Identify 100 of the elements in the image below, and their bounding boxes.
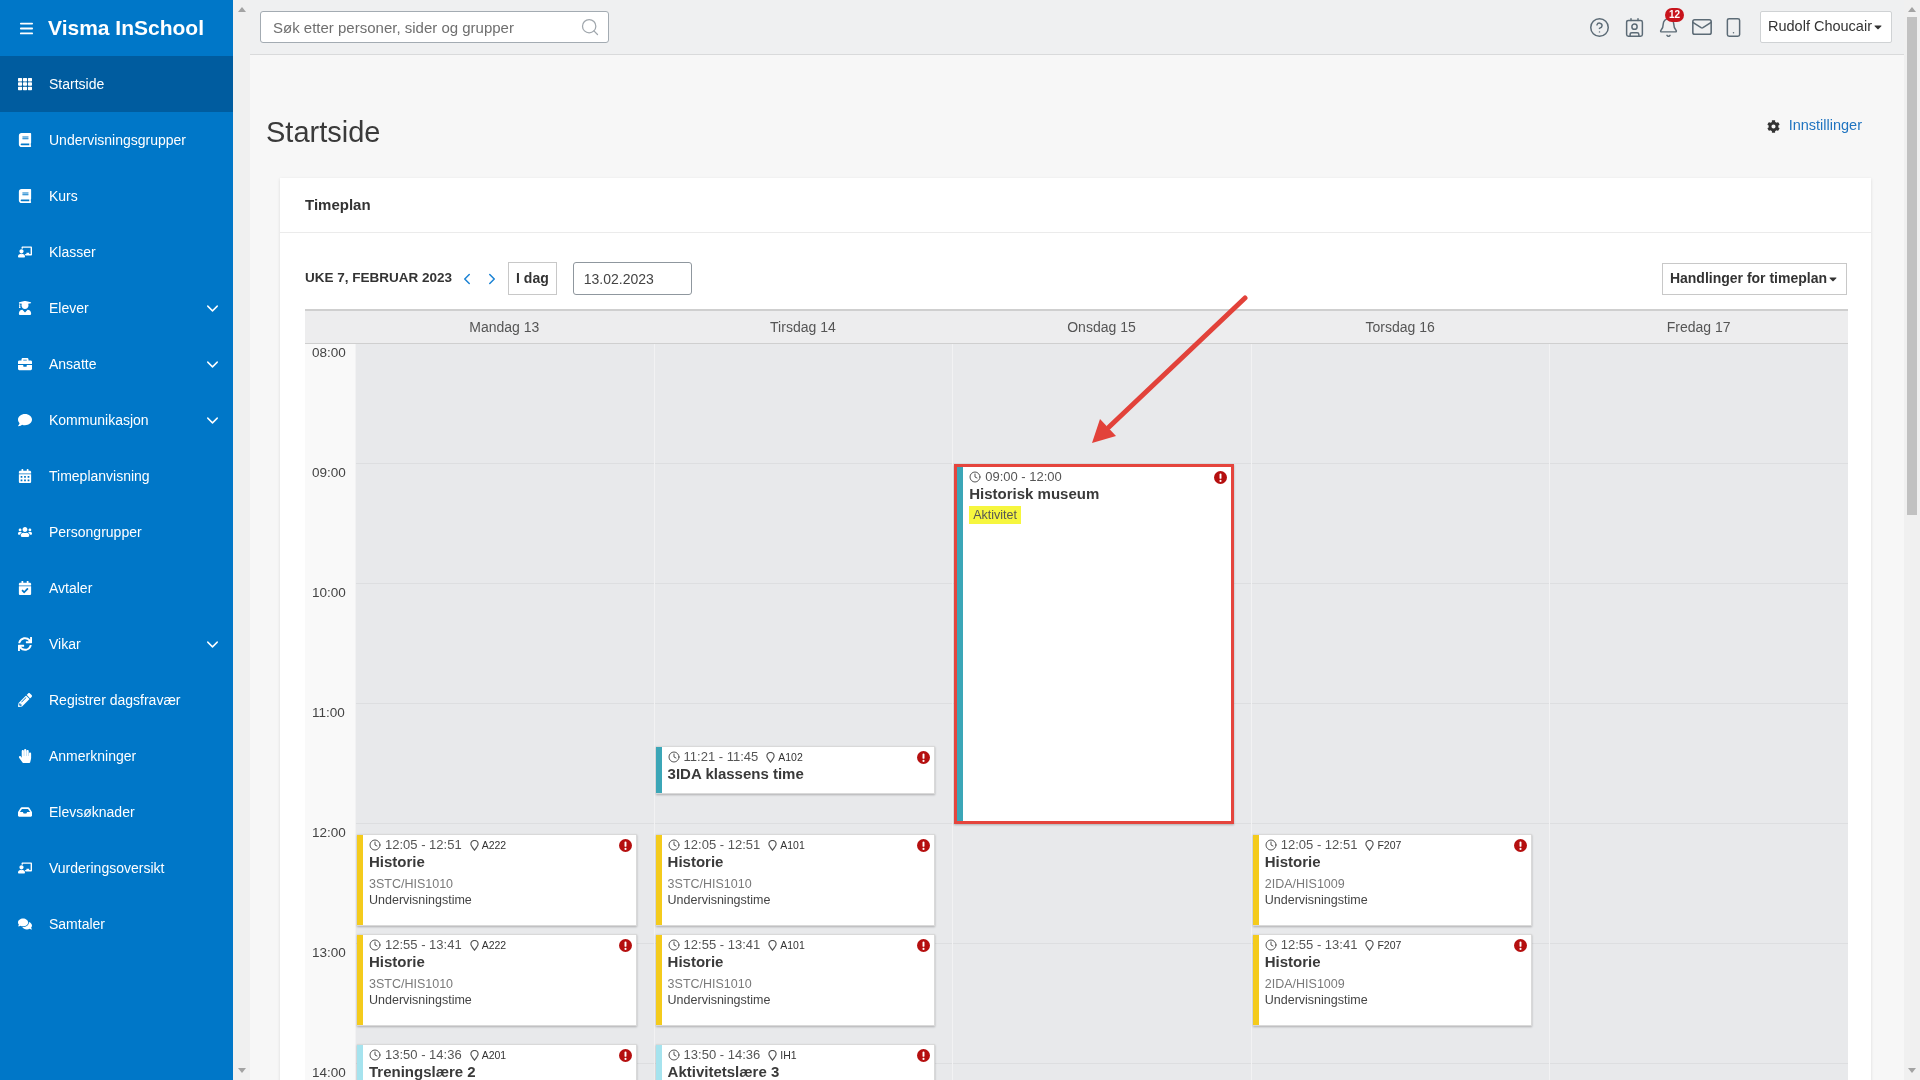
time-label: 14:00 bbox=[312, 1066, 347, 1080]
event-tag: Aktivitet bbox=[969, 506, 1021, 524]
event-title: Historie bbox=[369, 853, 426, 871]
event-group: 3STC/HIS1010 bbox=[369, 976, 614, 992]
event-card[interactable]: 12:55 - 13:41 F207 Historie 2IDA/HIS1009 Undervisningstime bbox=[1252, 934, 1533, 1026]
today-button[interactable]: I dag bbox=[508, 262, 557, 295]
event-time: 11:21 - 11:45 bbox=[683, 749, 759, 765]
event-type: Undervisningstime bbox=[667, 992, 772, 1008]
clock-icon bbox=[667, 939, 680, 951]
event-title: Historie bbox=[667, 953, 725, 971]
event-title: Historie bbox=[1264, 953, 1322, 971]
student-icon bbox=[18, 301, 32, 315]
event-card[interactable]: 12:05 - 12:51 F207 Historie 2IDA/HIS1009 Undervisningstime bbox=[1252, 834, 1533, 926]
location-pin-icon bbox=[469, 939, 479, 951]
day-header: Onsdag 15 bbox=[1066, 317, 1137, 337]
event-group: 2IDA/HIS1009 bbox=[1264, 876, 1510, 892]
time-label: 10:00 bbox=[312, 586, 347, 600]
event-time: 12:55 - 13:41 bbox=[385, 937, 462, 953]
chat-bubbles-icon bbox=[18, 917, 32, 931]
page-title: Startside bbox=[266, 115, 381, 150]
book-icon bbox=[18, 133, 32, 147]
calendar-icon bbox=[18, 469, 32, 483]
event-card[interactable]: 09:00 - 12:00 Historisk museum Aktivitet bbox=[954, 464, 1234, 824]
presentation-icon bbox=[18, 245, 32, 259]
time-label: 13:00 bbox=[312, 946, 347, 960]
event-card[interactable]: 12:05 - 12:51 A222 Historie 3STC/HIS1010 Undervisningstime bbox=[357, 834, 637, 926]
clock-icon bbox=[1264, 939, 1277, 951]
sync-icon bbox=[18, 637, 32, 651]
book-icon bbox=[18, 189, 32, 203]
event-type: Undervisningstime bbox=[369, 992, 473, 1008]
event-room: A222 bbox=[481, 938, 507, 953]
day-header: Tirsdag 14 bbox=[769, 317, 837, 337]
time-label: 12:00 bbox=[312, 826, 347, 840]
event-type: Undervisningstime bbox=[667, 892, 772, 908]
event-room: F207 bbox=[1377, 838, 1402, 853]
event-title: Treningslære 2 bbox=[369, 1063, 477, 1080]
clock-icon bbox=[369, 939, 381, 951]
event-room: F207 bbox=[1377, 938, 1402, 953]
event-card[interactable]: 13:50 - 14:36 IH1 Aktivitetslære 3 bbox=[655, 1044, 936, 1080]
location-pin-icon bbox=[1365, 939, 1375, 951]
event-time: 12:55 - 13:41 bbox=[683, 937, 761, 953]
search-icon[interactable] bbox=[580, 17, 600, 37]
user-menu[interactable]: Rudolf Choucair bbox=[1760, 11, 1892, 43]
event-card[interactable]: 12:55 - 13:41 A101 Historie 3STC/HIS1010 Undervisningstime bbox=[655, 934, 936, 1026]
day-header: Fredag 17 bbox=[1665, 317, 1732, 337]
event-time: 13:50 - 14:36 bbox=[385, 1047, 462, 1063]
bell-icon[interactable] bbox=[1658, 16, 1679, 38]
event-room: A101 bbox=[780, 838, 805, 853]
presentation-icon bbox=[18, 861, 32, 875]
calendar-check-icon bbox=[18, 581, 32, 595]
event-time: 12:05 - 12:51 bbox=[385, 837, 462, 853]
event-time: 12:55 - 13:41 bbox=[1280, 937, 1358, 953]
location-pin-icon bbox=[469, 1049, 479, 1061]
event-title: Historie bbox=[1264, 853, 1322, 871]
app-title: Visma InSchool bbox=[48, 15, 204, 41]
date-field[interactable]: 13.02.2023 bbox=[572, 262, 692, 295]
event-title: Historisk museum bbox=[969, 485, 1101, 503]
search-field[interactable]: Søk etter personer, sider og grupper bbox=[260, 11, 609, 43]
event-time: 12:05 - 12:51 bbox=[1280, 837, 1358, 853]
event-title: 3IDA klassens time bbox=[667, 765, 805, 783]
grid-icon bbox=[18, 77, 32, 91]
event-card[interactable]: 11:21 - 11:45 A102 3IDA klassens time bbox=[655, 746, 936, 794]
event-time: 09:00 - 12:00 bbox=[985, 469, 1062, 485]
event-group: 2IDA/HIS1009 bbox=[1264, 976, 1510, 992]
speech-bubble-icon bbox=[18, 413, 32, 427]
event-group: 3STC/HIS1010 bbox=[369, 876, 614, 892]
event-card[interactable]: 12:55 - 13:41 A222 Historie 3STC/HIS1010 Undervisningstime bbox=[357, 934, 637, 1026]
settings-link[interactable]: Innstillinger bbox=[1766, 115, 1862, 137]
clock-icon bbox=[969, 471, 982, 483]
inbox-icon bbox=[18, 805, 32, 819]
clock-icon bbox=[369, 839, 381, 851]
mail-icon[interactable] bbox=[1691, 16, 1713, 38]
location-pin-icon bbox=[766, 751, 776, 763]
actions-button[interactable]: Handlinger for timeplan bbox=[1661, 262, 1847, 295]
week-label: UKE 7, FEBRUAR 2023 bbox=[305, 269, 453, 288]
location-pin-icon bbox=[469, 839, 479, 851]
scrollbar-thumb[interactable] bbox=[1907, 17, 1917, 515]
hand-icon bbox=[18, 749, 32, 763]
settings-icon bbox=[1766, 119, 1780, 133]
event-card[interactable]: 12:05 - 12:51 A101 Historie 3STC/HIS1010 Undervisningstime bbox=[655, 834, 936, 926]
scrollbar-track[interactable] bbox=[1904, 0, 1920, 1080]
event-room: A102 bbox=[778, 750, 803, 765]
sidebar-item[interactable]: Startside bbox=[0, 56, 233, 112]
day-header: Mandag 13 bbox=[468, 317, 541, 337]
event-room: A101 bbox=[780, 938, 805, 953]
contact-card-icon[interactable] bbox=[1624, 16, 1645, 38]
event-time: 13:50 - 14:36 bbox=[683, 1047, 761, 1063]
event-type: Undervisningstime bbox=[1264, 892, 1369, 908]
clock-icon bbox=[369, 1049, 381, 1061]
event-title: Historie bbox=[369, 953, 426, 971]
pencil-icon bbox=[18, 693, 32, 707]
clock-icon bbox=[667, 839, 680, 851]
event-room: IH1 bbox=[780, 1048, 797, 1063]
notification-badge: 12 bbox=[1665, 7, 1685, 22]
briefcase-icon bbox=[18, 357, 32, 371]
help-icon[interactable] bbox=[1589, 16, 1610, 38]
event-card[interactable]: 13:50 - 14:36 A201 Treningslære 2 bbox=[357, 1044, 637, 1080]
event-room: A201 bbox=[481, 1048, 507, 1063]
location-pin-icon bbox=[768, 839, 778, 851]
event-type: Undervisningstime bbox=[369, 892, 473, 908]
